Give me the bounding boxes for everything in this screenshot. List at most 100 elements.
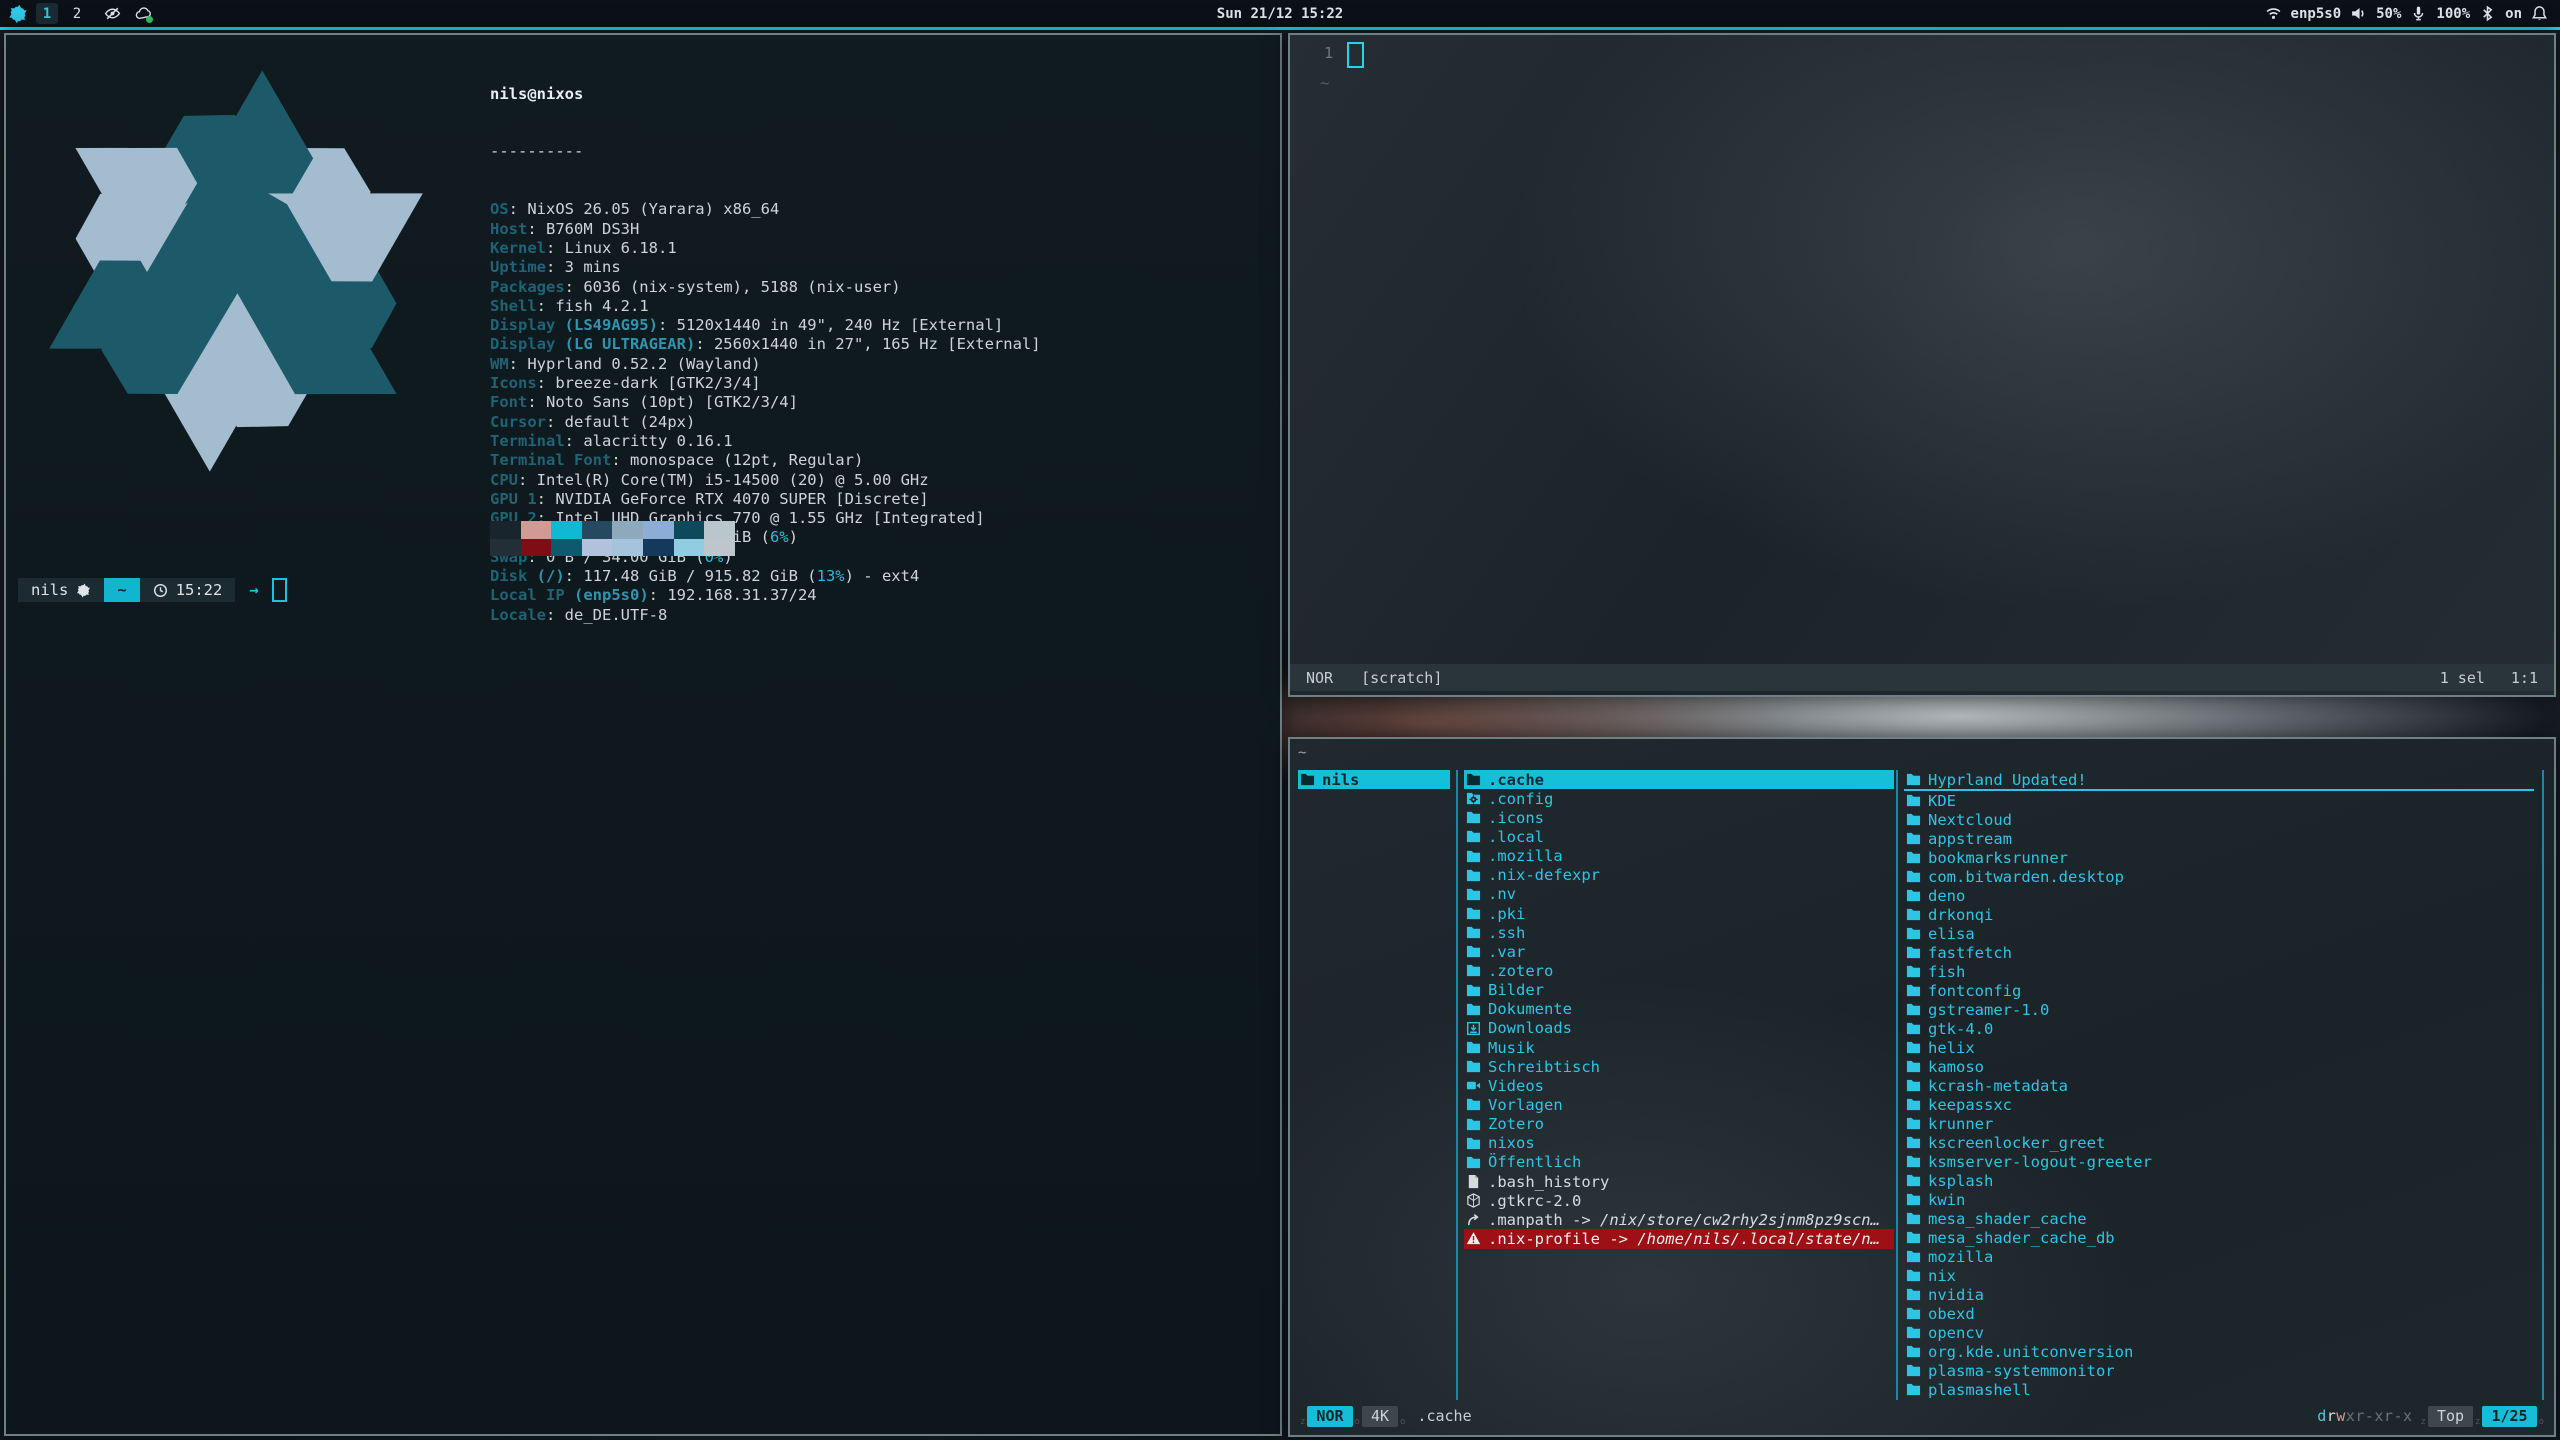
file-row[interactable]: Vorlagen — [1464, 1095, 1894, 1114]
file-row[interactable]: .bash_history — [1464, 1172, 1894, 1191]
file-row[interactable]: com.bitwarden.desktop — [1904, 867, 2534, 886]
folder-icon — [1906, 793, 1921, 808]
fastfetch-output: nils@nixos ---------- OS: NixOS 26.05 (Y… — [490, 46, 1041, 664]
file-row[interactable]: Dokumente — [1464, 1000, 1894, 1019]
network-icon[interactable] — [2265, 5, 2282, 22]
file-row[interactable]: Videos — [1464, 1076, 1894, 1095]
file-row[interactable]: Öffentlich — [1464, 1153, 1894, 1172]
file-row[interactable]: plasma-systemmonitor — [1904, 1361, 2534, 1380]
file-row[interactable]: gstreamer-1.0 — [1904, 1000, 2534, 1019]
file-row[interactable]: .nv — [1464, 885, 1894, 904]
nextcloud-tray-icon[interactable] — [135, 5, 152, 22]
file-row[interactable]: kscreenlocker_greet — [1904, 1133, 2534, 1152]
folder-icon — [1466, 944, 1481, 959]
file-row[interactable]: nvidia — [1904, 1285, 2534, 1304]
file-row[interactable]: fish — [1904, 962, 2534, 981]
file-row[interactable]: appstream — [1904, 829, 2534, 848]
yazi-file-manager-window[interactable]: ~ nils .cache.config.icons.local.mozilla… — [1288, 737, 2556, 1437]
file-row[interactable]: .var — [1464, 942, 1894, 961]
fetch-line: Shell: fish 4.2.1 — [490, 297, 1041, 316]
prompt-cwd-segment: ~ — [104, 578, 139, 602]
file-row[interactable]: Schreibtisch — [1464, 1057, 1894, 1076]
file-row[interactable]: .local — [1464, 827, 1894, 846]
folder-icon — [1466, 868, 1481, 883]
nix-snowflake-icon[interactable] — [8, 4, 28, 24]
nix-snowflake-icon — [76, 583, 91, 598]
file-row[interactable]: .config — [1464, 789, 1894, 808]
scrollbar[interactable] — [2542, 770, 2544, 1400]
file-row[interactable]: helix — [1904, 1038, 2534, 1057]
file-row[interactable]: mesa_shader_cache_db — [1904, 1228, 2534, 1247]
file-row[interactable]: deno — [1904, 886, 2534, 905]
file-row[interactable]: obexd — [1904, 1304, 2534, 1323]
folder-icon — [1906, 1306, 1921, 1321]
fetch-line: Host: B760M DS3H — [490, 220, 1041, 239]
file-row[interactable]: .manpath -> /nix/store/cw2rhy2sjnm8pz9sc… — [1464, 1210, 1894, 1229]
file-row[interactable]: .gtkrc-2.0 — [1464, 1191, 1894, 1210]
helix-editor-window[interactable]: 1 ~ NOR [scratch] 1 sel 1:1 — [1288, 33, 2556, 697]
file-row[interactable]: .ssh — [1464, 923, 1894, 942]
file-row[interactable]: .mozilla — [1464, 847, 1894, 866]
terminal-cursor — [272, 578, 287, 602]
file-row[interactable]: .icons — [1464, 808, 1894, 827]
file-row[interactable]: Hyprland Updated! — [1904, 770, 2534, 791]
fetch-line: Icons: breeze-dark [GTK2/3/4] — [490, 374, 1041, 393]
file-row[interactable]: mozilla — [1904, 1247, 2534, 1266]
folder-icon — [1906, 945, 1921, 960]
folder-icon — [1906, 1382, 1921, 1397]
file-row[interactable]: .pki — [1464, 904, 1894, 923]
volume-icon[interactable] — [2350, 5, 2367, 22]
file-row[interactable]: nils — [1298, 770, 1450, 789]
file-row[interactable]: KDE — [1904, 791, 2534, 810]
file-row[interactable]: ksplash — [1904, 1171, 2534, 1190]
file-row[interactable]: org.kde.unitconversion — [1904, 1342, 2534, 1361]
file-row[interactable]: kamoso — [1904, 1057, 2534, 1076]
folder-icon — [1466, 849, 1481, 864]
file-row[interactable]: nixos — [1464, 1134, 1894, 1153]
screen-share-off-icon[interactable] — [104, 5, 121, 22]
file-row[interactable]: kcrash-metadata — [1904, 1076, 2534, 1095]
folder-icon — [1906, 1116, 1921, 1131]
file-row[interactable]: Downloads — [1464, 1019, 1894, 1038]
file-row[interactable]: .nix-profile -> /home/nils/.local/state/… — [1464, 1229, 1894, 1248]
notification-bell-icon[interactable] — [2531, 5, 2548, 22]
file-row[interactable]: .zotero — [1464, 961, 1894, 980]
file-row[interactable]: mesa_shader_cache — [1904, 1209, 2534, 1228]
file-row[interactable]: opencv — [1904, 1323, 2534, 1342]
palette-swatch — [521, 521, 552, 539]
fetch-line: Locale: de_DE.UTF-8 — [490, 606, 1041, 625]
workspace-button-2[interactable]: 2 — [66, 3, 88, 24]
file-row[interactable]: .nix-defexpr — [1464, 866, 1894, 885]
file-row[interactable]: ksmserver-logout-greeter — [1904, 1152, 2534, 1171]
file-row[interactable]: Bilder — [1464, 981, 1894, 1000]
file-row[interactable]: fontconfig — [1904, 981, 2534, 1000]
file-row[interactable]: Zotero — [1464, 1115, 1894, 1134]
microphone-icon[interactable] — [2410, 5, 2427, 22]
download-icon — [1466, 1021, 1481, 1036]
folder-icon — [1906, 1325, 1921, 1340]
folder-icon — [1466, 1155, 1481, 1170]
workspace-button-1[interactable]: 1 — [36, 3, 58, 24]
fetch-line: Local IP (enp5s0): 192.168.31.37/24 — [490, 586, 1041, 605]
yazi-mode-badge: NOR — [1307, 1406, 1352, 1427]
file-row[interactable]: gtk-4.0 — [1904, 1019, 2534, 1038]
file-row[interactable]: keepassxc — [1904, 1095, 2534, 1114]
folder-icon — [1466, 810, 1481, 825]
bluetooth-icon[interactable] — [2479, 5, 2496, 22]
file-row[interactable]: .cache — [1464, 770, 1894, 789]
folder-icon — [1906, 812, 1921, 827]
file-row[interactable]: nix — [1904, 1266, 2534, 1285]
file-row[interactable]: Nextcloud — [1904, 810, 2534, 829]
terminal-window-fastfetch[interactable]: nils@nixos ---------- OS: NixOS 26.05 (Y… — [4, 33, 1282, 1436]
prompt-user-segment: nils — [18, 578, 104, 602]
file-row[interactable]: fastfetch — [1904, 943, 2534, 962]
palette-swatch — [582, 521, 613, 539]
file-row[interactable]: elisa — [1904, 924, 2534, 943]
file-row[interactable]: bookmarksrunner — [1904, 848, 2534, 867]
file-row[interactable]: drkonqi — [1904, 905, 2534, 924]
palette-swatch — [612, 539, 643, 557]
file-row[interactable]: krunner — [1904, 1114, 2534, 1133]
file-row[interactable]: plasmashell — [1904, 1380, 2534, 1399]
file-row[interactable]: Musik — [1464, 1038, 1894, 1057]
file-row[interactable]: kwin — [1904, 1190, 2534, 1209]
